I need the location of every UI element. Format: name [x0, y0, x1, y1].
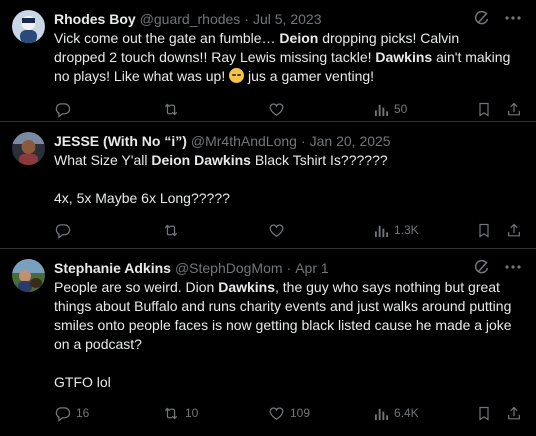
avatar[interactable] [12, 259, 45, 292]
reply-count: 16 [76, 406, 90, 420]
share-icon[interactable] [506, 101, 522, 118]
retweet-icon [164, 103, 178, 115]
tweet-corner-actions [474, 10, 522, 26]
reply-icon [55, 102, 71, 118]
text-paragraph: People are so weird. Dion Dawkins, the g… [54, 279, 512, 352]
separator-dot: · [300, 133, 306, 149]
share-icon[interactable] [506, 405, 522, 422]
view-count: 1.3K [394, 223, 419, 237]
highlight: Dawkins [218, 279, 276, 295]
like-icon [269, 102, 284, 116]
tweet-end-actions [476, 222, 522, 239]
separator-dot: · [244, 11, 249, 27]
like-button[interactable] [268, 101, 374, 118]
retweet-button[interactable]: 10 [162, 405, 268, 422]
retweet-button[interactable] [162, 222, 268, 239]
highlight: Deion Dawkins [151, 152, 251, 168]
retweet-icon [164, 224, 178, 236]
like-button[interactable] [268, 222, 374, 239]
views-icon [374, 225, 389, 237]
share-icon[interactable] [506, 222, 522, 239]
retweet-button[interactable] [162, 101, 268, 118]
tweet-text: People are so weird. Dion Dawkins, the g… [54, 278, 522, 392]
views-button[interactable]: 50 [374, 102, 466, 117]
reply-button[interactable]: 16 [54, 405, 162, 422]
tweet-feed: Rhodes Boy @guard_rhodes · Jul 5, 2023 V… [0, 0, 536, 436]
views-button[interactable]: 1.3K [374, 223, 466, 238]
text-line: GTFO lol [54, 374, 111, 390]
tweet-actions: 50 [54, 92, 522, 126]
retweet-count: 10 [185, 406, 199, 420]
like-button[interactable]: 109 [268, 405, 374, 422]
views-icon [374, 104, 389, 116]
reply-icon [55, 223, 71, 239]
views-icon [374, 408, 389, 420]
reply-icon [55, 406, 71, 422]
like-icon [269, 223, 284, 237]
relieved-face-emoji [229, 68, 245, 83]
reply-button[interactable] [54, 222, 162, 239]
avatar[interactable] [12, 10, 45, 43]
text-line: What Size Y'all Deion Dawkins Black Tshi… [54, 152, 388, 168]
display-name[interactable]: Stephanie Adkins [54, 259, 171, 277]
tweet-end-actions [476, 405, 522, 422]
like-icon [269, 406, 284, 420]
tweet-corner-actions [474, 259, 522, 275]
tweet[interactable]: JESSE (With No “i”) @Mr4thAndLong · Jan … [0, 122, 536, 249]
highlight: Dawkins [375, 49, 433, 65]
retweet-icon [164, 407, 178, 419]
tweet-header: JESSE (With No “i”) @Mr4thAndLong · Jan … [54, 132, 522, 150]
grok-icon[interactable] [474, 10, 490, 26]
display-name[interactable]: Rhodes Boy [54, 10, 136, 28]
display-name[interactable]: JESSE (With No “i”) [54, 132, 187, 150]
highlight: Deion [279, 30, 319, 46]
user-handle[interactable]: @StephDogMom [175, 259, 283, 277]
like-count: 109 [290, 406, 311, 420]
tweet-actions: 16 10 109 6.4K [54, 396, 522, 430]
tweet[interactable]: Stephanie Adkins @StephDogMom · Apr 1 Pe… [0, 249, 536, 436]
user-handle[interactable]: @Mr4thAndLong [191, 132, 297, 150]
reply-button[interactable] [54, 101, 162, 118]
tweet-date[interactable]: Jul 5, 2023 [253, 10, 322, 28]
more-icon[interactable] [504, 10, 522, 26]
tweet-text: Vick come out the gate an fumble… Deion … [54, 30, 511, 84]
tweet-date[interactable]: Jan 20, 2025 [310, 132, 391, 150]
view-count: 50 [394, 102, 408, 116]
text-line: 4x, 5x Maybe 6x Long????? [54, 190, 230, 206]
tweet-header: Stephanie Adkins @StephDogMom · Apr 1 [54, 259, 522, 277]
bookmark-icon[interactable] [476, 222, 492, 239]
more-icon[interactable] [504, 259, 522, 275]
tweet-actions: 1.3K [54, 213, 522, 247]
separator-dot: · [286, 260, 292, 276]
tweet-header: Rhodes Boy @guard_rhodes · Jul 5, 2023 [54, 10, 522, 28]
views-button[interactable]: 6.4K [374, 406, 466, 421]
avatar[interactable] [12, 132, 45, 165]
tweet-text: What Size Y'all Deion Dawkins Black Tshi… [54, 151, 522, 208]
tweet-end-actions [476, 101, 522, 118]
tweet-date[interactable]: Apr 1 [295, 259, 328, 277]
user-handle[interactable]: @guard_rhodes [140, 10, 241, 28]
tweet[interactable]: Rhodes Boy @guard_rhodes · Jul 5, 2023 V… [0, 0, 536, 122]
bookmark-icon[interactable] [476, 101, 492, 118]
bookmark-icon[interactable] [476, 405, 492, 422]
view-count: 6.4K [394, 406, 419, 420]
grok-icon[interactable] [474, 259, 490, 275]
